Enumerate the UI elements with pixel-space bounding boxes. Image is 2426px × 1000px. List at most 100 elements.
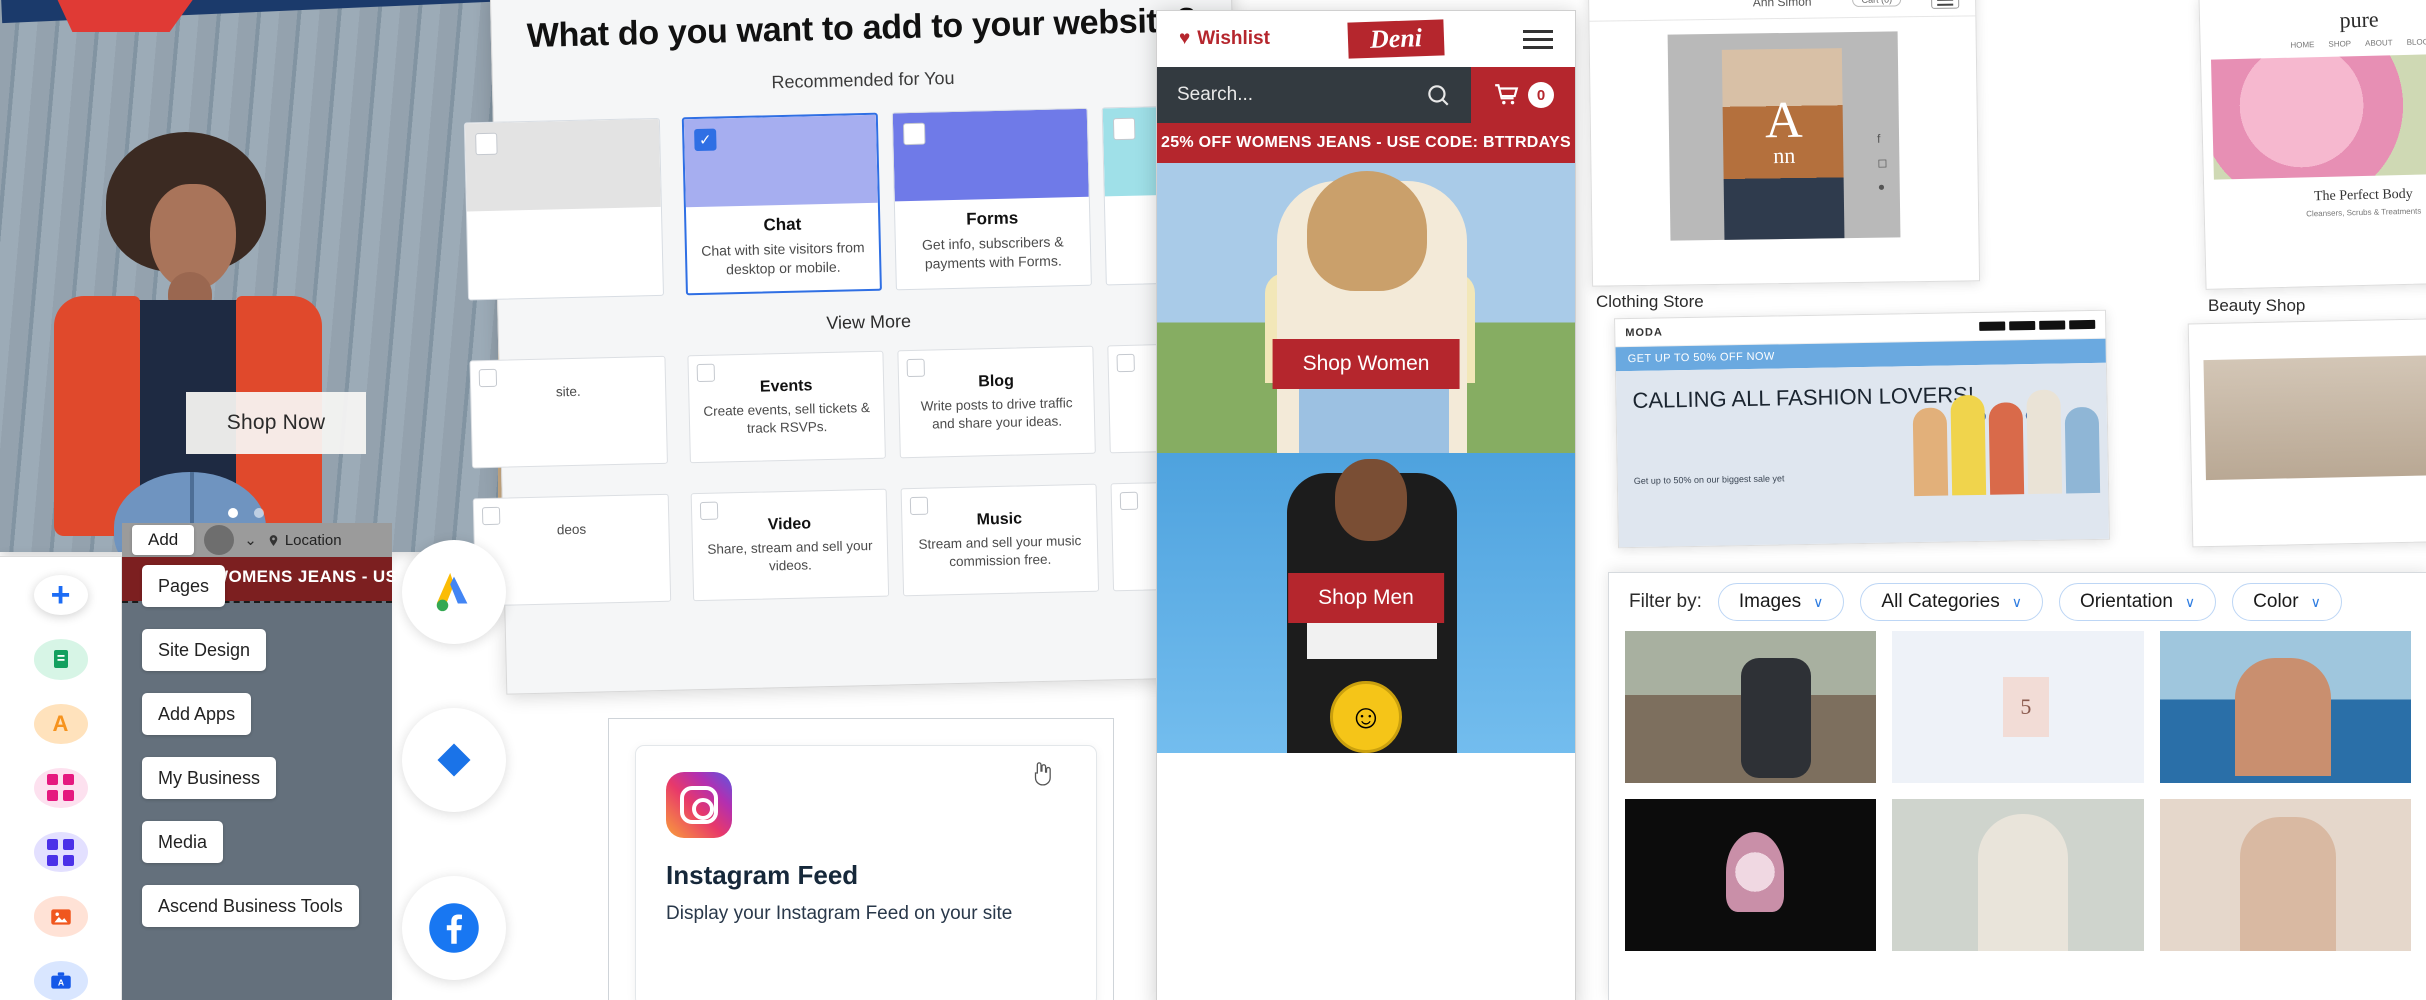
recommended-card-chat[interactable]: ✓ Chat Chat with site visitors from desk… [681, 112, 882, 296]
filter-images[interactable]: Images ∨ [1717, 583, 1845, 621]
gallery-image[interactable] [1625, 631, 1877, 783]
card-checkbox[interactable] [1116, 353, 1135, 373]
business-glyph [47, 838, 74, 866]
card-checkbox[interactable] [696, 363, 716, 383]
my-business-icon[interactable] [33, 832, 88, 873]
more-card-row-2: deos Video Share, stream and sell your v… [472, 478, 1310, 617]
carousel-dot-2[interactable] [254, 508, 264, 518]
editor-menu-panel: WOMENS JEANS - USE Pages Site Design Add… [122, 557, 409, 1000]
card-desc: Get info, subscribers & payments with Fo… [921, 233, 1064, 272]
facebook-icon[interactable] [402, 876, 506, 980]
recommended-card[interactable] [463, 117, 664, 301]
add-apps-icon[interactable] [33, 767, 88, 809]
card-checkbox[interactable] [699, 501, 719, 521]
media-gallery-panel: Filter by: Images ∨ All Categories ∨ Ori… [1608, 572, 2426, 1000]
google-ads-icon[interactable] [402, 540, 506, 644]
menu-item-media[interactable]: Media [142, 821, 224, 863]
drive-glyph [437, 743, 471, 777]
filter-orientation-label: Orientation [2079, 591, 2173, 612]
more-card[interactable]: site. [469, 355, 668, 469]
screenshot-collage: Shop Now Add ⌄ Location + A A WOMENS JEA… [0, 0, 2426, 1000]
more-card-events[interactable]: Events Create events, sell tickets & tra… [687, 350, 886, 464]
apps-glyph [47, 774, 74, 802]
wishlist-link[interactable]: ♥ Wishlist [1179, 28, 1270, 50]
filter-orientation[interactable]: Orientation ∨ [2058, 583, 2217, 621]
men-head [1335, 459, 1407, 541]
card-checkbox[interactable] [906, 358, 925, 378]
media-icon[interactable] [33, 896, 88, 937]
women-hair [1307, 171, 1427, 291]
card-checkbox[interactable] [1112, 117, 1136, 141]
add-button[interactable]: Add [132, 525, 195, 555]
clothing-store-template[interactable]: Ann Simon Cart (0) A nn f ◻ ● [1587, 0, 1981, 287]
beauty-shop-label: Beauty Shop [2208, 296, 2306, 315]
menu-item-ascend[interactable]: Ascend Business Tools [142, 885, 359, 927]
carousel-dot-1[interactable] [228, 508, 238, 518]
more-card-video[interactable]: Video Share, stream and sell your videos… [690, 488, 890, 602]
cart-icon [1495, 84, 1519, 105]
store-promo-banner: 25% OFF WOMENS JEANS - USE CODE: BTTRDAY… [1157, 123, 1575, 163]
card-checkbox[interactable] [902, 122, 926, 146]
gallery-image[interactable] [1892, 631, 2144, 783]
filter-color[interactable]: Color ∨ [2232, 583, 2342, 621]
carousel-dots[interactable] [228, 508, 264, 518]
shop-women-section: Shop Women [1157, 163, 1575, 455]
moda-template[interactable]: MODA GET UP TO 50% OFF NOW CALLING ALL F… [1614, 309, 2110, 549]
menu-item-my-business[interactable]: My Business [142, 757, 277, 799]
gallery-image[interactable] [1625, 799, 1877, 951]
hamburger-icon[interactable] [1522, 25, 1553, 54]
instagram-card-title: Instagram Feed [666, 860, 859, 890]
gallery-image[interactable] [1892, 799, 2144, 951]
location-pin-icon [269, 534, 278, 546]
card-title: Forms [966, 208, 1019, 229]
more-card-music[interactable]: Music Stream and sell your music commiss… [900, 483, 1100, 597]
location-control[interactable]: Location [267, 532, 342, 549]
instagram-icon [666, 772, 732, 838]
card-checkbox[interactable] [478, 368, 498, 388]
filter-color-label: Color [2253, 591, 2299, 612]
beauty-shop-template[interactable]: pure HOME SHOP ABOUT BLOG The Perfect Bo… [2198, 0, 2426, 290]
card-checkbox[interactable] [475, 132, 498, 156]
recommended-card-forms[interactable]: Forms Get info, subscribers & payments w… [891, 107, 1092, 291]
recommended-label: Recommended for You [771, 67, 955, 93]
moda-logo: MODA [1625, 325, 1663, 339]
pages-icon[interactable] [33, 639, 88, 680]
avatar[interactable] [204, 525, 235, 555]
menu-item-add-apps[interactable]: Add Apps [142, 693, 252, 735]
pure-brand: pure [2339, 6, 2379, 33]
life-image [2203, 353, 2426, 481]
gallery-filter-bar: Filter by: Images ∨ All Categories ∨ Ori… [1609, 573, 2426, 631]
chevron-down-icon: ∨ [2011, 593, 2022, 610]
gallery-image[interactable] [2159, 631, 2411, 783]
more-card-blog[interactable]: Blog Write posts to drive traffic and sh… [897, 345, 1096, 459]
card-checkbox[interactable]: ✓ [694, 128, 717, 152]
template-photo: A nn f ◻ ● [1667, 31, 1901, 241]
menu-item-site-design[interactable]: Site Design [142, 629, 267, 671]
card-checkbox[interactable] [909, 496, 929, 516]
shop-men-button[interactable]: Shop Men [1288, 573, 1444, 623]
pure-nav-about: ABOUT [2364, 38, 2393, 48]
chevron-down-icon[interactable]: ⌄ [244, 531, 257, 549]
filter-categories[interactable]: All Categories ∨ [1860, 583, 2043, 621]
menu-item-pages[interactable]: Pages [142, 565, 226, 607]
search-input[interactable]: Search... [1157, 67, 1471, 123]
card-checkbox[interactable] [481, 506, 501, 526]
twitter-mini-icon: ● [1877, 179, 1886, 194]
site-design-icon[interactable]: A [33, 703, 88, 744]
card-checkbox[interactable] [1119, 491, 1139, 511]
store-logo[interactable]: Deni [1347, 19, 1446, 59]
shop-now-button[interactable]: Shop Now [186, 392, 366, 454]
ascend-icon[interactable]: A [33, 960, 88, 1000]
pages-glyph [53, 650, 68, 669]
search-icon[interactable] [1425, 82, 1451, 108]
card-title: Blog [978, 372, 1015, 391]
gallery-image[interactable] [2159, 799, 2411, 951]
add-plus-icon[interactable]: + [33, 575, 88, 616]
life-style-template[interactable]: Life S [2187, 316, 2426, 548]
view-more-link[interactable]: View More [499, 303, 1239, 341]
pure-nav-blog: BLOG [2406, 37, 2426, 47]
hand-cursor-glyph [1034, 762, 1051, 786]
cart-button[interactable]: 0 [1471, 67, 1575, 123]
google-drive-icon[interactable] [402, 708, 506, 812]
shop-women-button[interactable]: Shop Women [1272, 339, 1460, 389]
